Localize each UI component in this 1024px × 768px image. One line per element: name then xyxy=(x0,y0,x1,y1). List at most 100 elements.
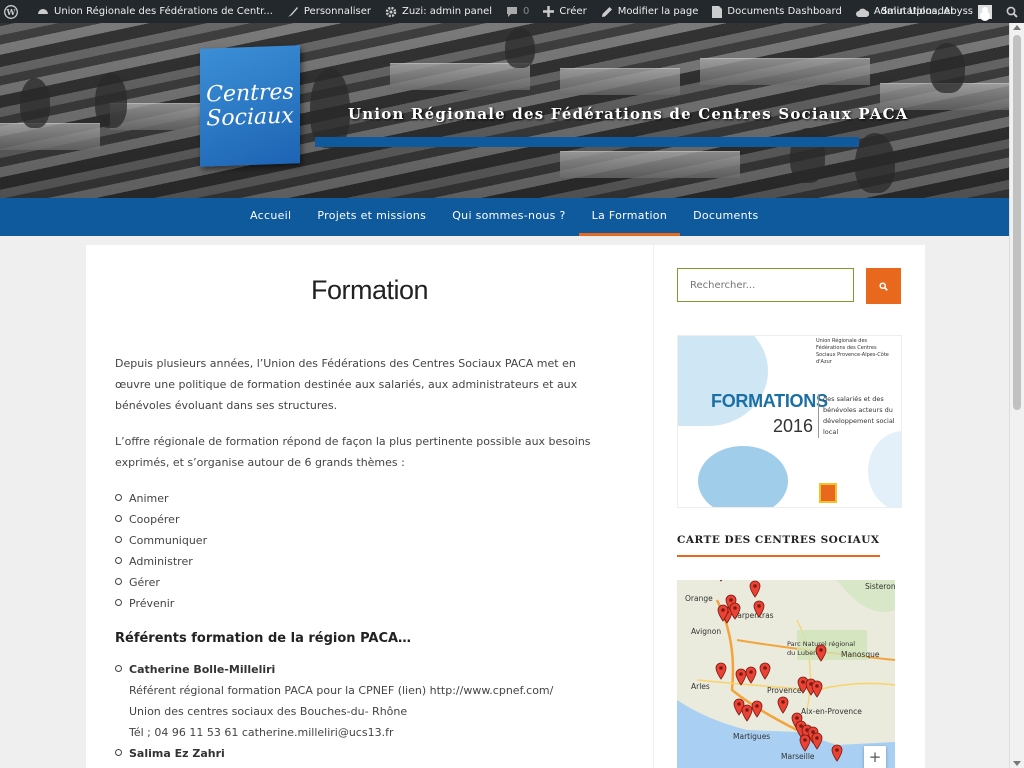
map-marker-icon[interactable] xyxy=(799,734,811,752)
map-label: Aix-en-Provence xyxy=(801,707,862,716)
nav-item-qui-sommes-nous[interactable]: Qui sommes-nous ? xyxy=(439,198,578,236)
edit-page-link-label: Modifier la page xyxy=(617,6,699,17)
map-label: Sisteron xyxy=(865,582,895,591)
header-photo-person xyxy=(930,43,965,93)
referent-organization: Union des centres sociaux des Bouches-du… xyxy=(129,705,408,718)
nav-item-accueil[interactable]: Accueil xyxy=(237,198,304,236)
site-logo[interactable]: Centres Sociaux xyxy=(200,45,300,167)
map-marker-icon[interactable] xyxy=(811,680,823,698)
referents-heading: Référents formation de la région PACA… xyxy=(115,631,412,646)
page-scrollbar[interactable] xyxy=(1009,23,1024,768)
nav-item-projets[interactable]: Projets et missions xyxy=(304,198,439,236)
search-button[interactable] xyxy=(866,268,901,304)
site-title[interactable]: Union Régionale des Fédérations de Centr… xyxy=(348,105,909,123)
header-photo-person xyxy=(95,73,127,128)
map-marker-icon[interactable] xyxy=(777,696,789,714)
map-marker-icon[interactable] xyxy=(715,662,727,680)
map-label: Arles xyxy=(691,682,710,691)
documents-dashboard-link[interactable]: Documents Dashboard xyxy=(712,5,842,18)
site-header: Centres Sociaux Union Régionale des Fédé… xyxy=(0,23,1010,198)
nav-item-documents[interactable]: Documents xyxy=(680,198,771,236)
main-content: Formation Depuis plusieurs années, l’Uni… xyxy=(86,245,653,768)
scroll-down-icon[interactable] xyxy=(1013,761,1021,766)
document-icon xyxy=(712,5,723,18)
cog-icon xyxy=(385,6,397,17)
themes-intro-paragraph: L’offre régionale de formation répond de… xyxy=(115,435,591,469)
new-content-link-label: Créer xyxy=(559,6,587,17)
header-photo-person xyxy=(310,68,350,148)
list-item: Gérer xyxy=(115,572,207,593)
referent-contact: Tél ; 04 96 11 53 61 catherine.milleliri… xyxy=(129,726,394,739)
banner-year: 2016 xyxy=(773,416,814,436)
avatar[interactable] xyxy=(978,4,992,19)
comments-count: 0 xyxy=(523,6,530,17)
map-label: Manosque xyxy=(841,650,880,659)
header-photo-desk xyxy=(560,68,680,95)
map-section-title: CARTE DES CENTRES SOCIAUX xyxy=(677,534,880,557)
map-marker-icon[interactable] xyxy=(759,662,771,680)
admin-panel-link-label: Zuzi: admin panel xyxy=(401,6,493,17)
list-item: Animer xyxy=(115,488,207,509)
banner-decoration xyxy=(698,446,788,507)
map-label: Orange xyxy=(685,594,713,603)
edit-page-link[interactable]: Modifier la page xyxy=(601,6,699,18)
map-marker-icon[interactable] xyxy=(717,604,729,622)
themes-list: Animer Coopérer Communiquer Administrer … xyxy=(115,488,207,614)
map-marker-icon[interactable] xyxy=(815,644,827,662)
scroll-up-icon[interactable] xyxy=(1013,25,1021,30)
list-item: Catherine Bolle-Milleliri Référent régio… xyxy=(115,659,553,743)
customize-link[interactable]: Personnaliser xyxy=(287,6,371,18)
centres-map[interactable]: Orange Sisteron Carpentras Avignon Parc … xyxy=(677,580,895,768)
documents-dashboard-link-label: Documents Dashboard xyxy=(727,6,842,17)
map-marker-icon[interactable] xyxy=(729,602,741,620)
map-marker-icon[interactable] xyxy=(745,666,757,684)
header-photo-desk xyxy=(700,58,870,85)
page-title: Formation xyxy=(310,275,429,305)
map-marker-icon[interactable] xyxy=(753,600,765,618)
referent-name: Catherine Bolle-Milleliri xyxy=(129,663,276,676)
search-input[interactable] xyxy=(677,268,854,302)
comments-link[interactable]: 0 xyxy=(506,6,529,18)
map-marker-icon[interactable] xyxy=(715,580,727,582)
header-photo-person xyxy=(855,133,895,193)
list-item: Administrer xyxy=(115,551,207,572)
account-greeting[interactable]: Salutations, Abyss xyxy=(881,6,973,17)
scrollbar-thumb[interactable] xyxy=(1013,35,1021,410)
list-item: Prévenir xyxy=(115,593,207,614)
site-link-label: Union Régionale des Fédérations de Centr… xyxy=(54,6,273,17)
cloud-icon xyxy=(855,8,869,17)
map-label: Marseille xyxy=(781,752,815,761)
formations-2016-banner[interactable]: Union Régionale des Fédérations des Cent… xyxy=(677,335,902,508)
brush-icon xyxy=(287,6,298,17)
referent-role: Référent régional formation PACA pour la… xyxy=(129,684,554,697)
header-photo-desk xyxy=(560,151,740,178)
map-marker-icon[interactable] xyxy=(811,732,823,750)
list-item: Coopérer xyxy=(115,509,207,530)
banner-description: des salariés et des bénévoles acteurs du… xyxy=(818,394,901,438)
search-icon[interactable] xyxy=(1006,6,1018,18)
plus-icon xyxy=(543,6,555,17)
pencil-icon xyxy=(601,6,612,17)
map-marker-icon[interactable] xyxy=(831,744,843,762)
sidebar: Union Régionale des Fédérations des Cent… xyxy=(654,245,925,768)
referents-list: Catherine Bolle-Milleliri Référent régio… xyxy=(115,659,553,764)
site-link[interactable]: Union Régionale des Fédérations de Centr… xyxy=(37,6,273,18)
region-logo xyxy=(819,483,837,503)
header-photo-person xyxy=(505,28,535,68)
banner-decoration xyxy=(678,336,768,426)
map-label: Martigues xyxy=(733,732,771,741)
map-marker-icon[interactable] xyxy=(749,580,761,598)
map-terrain xyxy=(677,580,895,768)
map-zoom-in-button[interactable]: + xyxy=(864,746,886,768)
header-photo-desk xyxy=(390,63,530,90)
map-marker-icon[interactable] xyxy=(751,700,763,718)
wordpress-logo-icon[interactable]: W xyxy=(4,4,23,19)
intro-paragraph: Depuis plusieurs années, l’Union des Féd… xyxy=(115,357,578,412)
admin-panel-link[interactable]: Zuzi: admin panel xyxy=(385,6,492,18)
nav-item-la-formation[interactable]: La Formation xyxy=(578,198,681,236)
title-underline-bar xyxy=(315,137,859,147)
new-content-link[interactable]: Créer xyxy=(543,6,587,17)
logo-text: Centres Sociaux xyxy=(206,79,294,132)
referent-name: Salima Ez Zahri xyxy=(129,747,225,760)
dashboard-icon xyxy=(38,8,48,14)
